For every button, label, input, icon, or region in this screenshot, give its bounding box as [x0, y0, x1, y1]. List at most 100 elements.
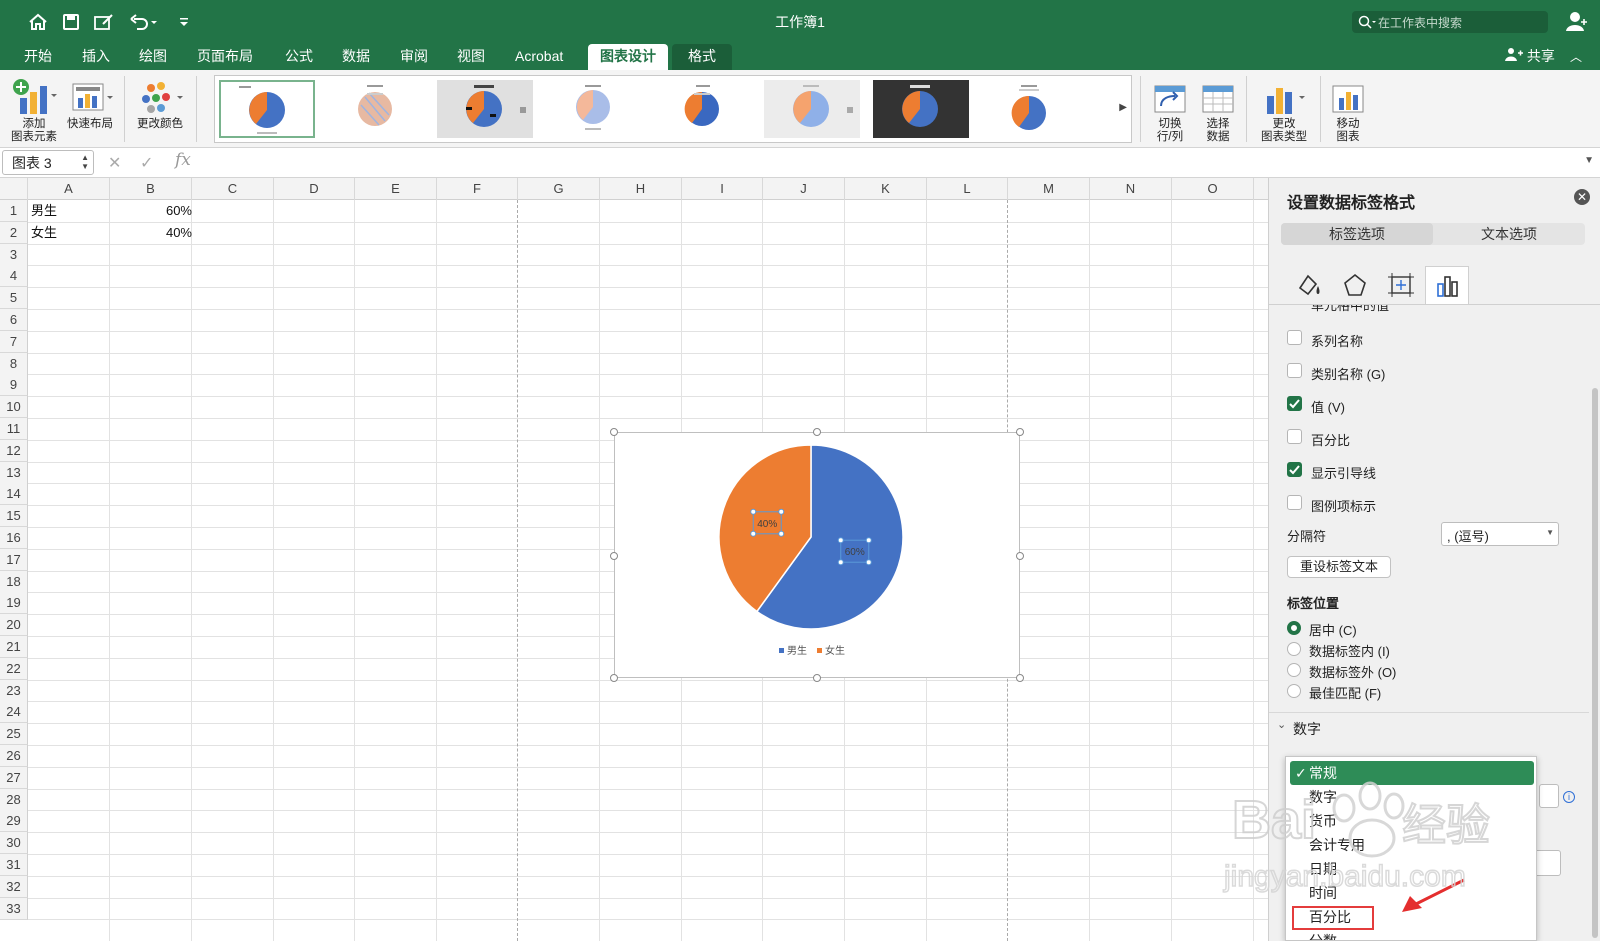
share-button[interactable]: 共享: [1505, 44, 1555, 70]
row-header-32[interactable]: 32: [0, 875, 28, 898]
checkbox-value[interactable]: [1287, 396, 1302, 411]
radio-best-fit[interactable]: [1287, 684, 1301, 698]
tab-home[interactable]: 开始: [12, 44, 64, 70]
tab-data[interactable]: 数据: [330, 44, 382, 70]
tab-review[interactable]: 审阅: [388, 44, 440, 70]
legend-entry-2[interactable]: 女生: [817, 644, 845, 657]
number-section-title[interactable]: 数字: [1293, 719, 1321, 739]
column-header-g[interactable]: G: [518, 178, 600, 200]
account-icon[interactable]: [1565, 10, 1587, 35]
row-header-15[interactable]: 15: [0, 505, 28, 528]
column-header-e[interactable]: E: [355, 178, 437, 200]
row-header-1[interactable]: 1: [0, 200, 28, 222]
radio-center[interactable]: [1287, 621, 1301, 635]
chart-style-2[interactable]: [328, 80, 424, 138]
row-header-8[interactable]: 8: [0, 352, 28, 375]
checkbox-percentage[interactable]: [1287, 429, 1302, 444]
info-icon[interactable]: i: [1563, 791, 1575, 803]
row-header-13[interactable]: 13: [0, 461, 28, 484]
column-header-d[interactable]: D: [274, 178, 355, 200]
checkbox-legend-key[interactable]: [1287, 495, 1302, 510]
change-colors-button[interactable]: 更改颜色: [132, 76, 188, 131]
row-header-29[interactable]: 29: [0, 810, 28, 833]
tab-view[interactable]: 视图: [445, 44, 497, 70]
resize-handle[interactable]: [1016, 552, 1024, 560]
checkbox-category-name[interactable]: [1287, 363, 1302, 378]
expand-formula-bar-icon[interactable]: ▼: [1584, 155, 1594, 166]
row-header-25[interactable]: 25: [0, 723, 28, 746]
row-header-23[interactable]: 23: [0, 679, 28, 702]
resize-handle[interactable]: [610, 428, 618, 436]
fill-line-icon[interactable]: [1287, 266, 1331, 304]
chart-style-gallery[interactable]: ▶: [214, 75, 1132, 143]
row-header-11[interactable]: 11: [0, 418, 28, 440]
row-header-7[interactable]: 7: [0, 330, 28, 353]
row-header-3[interactable]: 3: [0, 243, 28, 266]
size-properties-icon[interactable]: [1379, 266, 1423, 304]
chevron-down-icon[interactable]: ⌄: [1277, 718, 1286, 731]
resize-handle[interactable]: [813, 674, 821, 682]
gallery-next-icon[interactable]: ▶: [1119, 102, 1127, 113]
quick-layout-button[interactable]: 快速布局: [64, 76, 116, 131]
column-header-l[interactable]: L: [927, 178, 1008, 200]
format-select-stepper[interactable]: [1539, 784, 1559, 808]
chart-style-4[interactable]: [546, 80, 642, 138]
row-header-5[interactable]: 5: [0, 287, 28, 310]
row-header-4[interactable]: 4: [0, 265, 28, 288]
resize-handle[interactable]: [610, 552, 618, 560]
row-header-31[interactable]: 31: [0, 854, 28, 876]
label-options-icon[interactable]: [1425, 266, 1469, 304]
chart-style-7[interactable]: [873, 80, 969, 138]
pie-chart[interactable]: 60% 40% 男生 女生: [614, 432, 1020, 678]
row-header-2[interactable]: 2: [0, 221, 28, 244]
move-chart-button[interactable]: 移动 图表: [1326, 76, 1370, 144]
chart-style-5[interactable]: [655, 80, 751, 138]
row-header-12[interactable]: 12: [0, 439, 28, 462]
add-chart-element-button[interactable]: 添加 图表元素: [8, 76, 60, 144]
tab-format[interactable]: 格式: [672, 44, 732, 70]
column-header-n[interactable]: N: [1090, 178, 1172, 200]
row-header-16[interactable]: 16: [0, 527, 28, 549]
row-header-27[interactable]: 27: [0, 766, 28, 789]
resize-handle[interactable]: [1016, 428, 1024, 436]
legend-entry-1[interactable]: 男生: [779, 644, 807, 657]
column-header-a[interactable]: A: [28, 178, 110, 200]
radio-inside-end[interactable]: [1287, 642, 1301, 656]
row-header-6[interactable]: 6: [0, 309, 28, 331]
resize-handle[interactable]: [1016, 674, 1024, 682]
chart-style-8[interactable]: [982, 80, 1078, 138]
row-header-24[interactable]: 24: [0, 701, 28, 724]
row-header-28[interactable]: 28: [0, 788, 28, 811]
row-header-18[interactable]: 18: [0, 570, 28, 593]
column-header-j[interactable]: J: [763, 178, 845, 200]
row-header-19[interactable]: 19: [0, 592, 28, 615]
dropdown-item-fraction[interactable]: 分数: [1286, 929, 1536, 940]
column-header-h[interactable]: H: [600, 178, 682, 200]
close-icon[interactable]: ✕: [1574, 189, 1590, 205]
select-data-button[interactable]: 选择 数据: [1196, 76, 1240, 144]
column-header-m[interactable]: M: [1008, 178, 1090, 200]
tab-insert[interactable]: 插入: [70, 44, 122, 70]
separator-select[interactable]: , (逗号) ▼: [1441, 522, 1559, 546]
column-header-o[interactable]: O: [1172, 178, 1254, 200]
checkbox-series-name[interactable]: [1287, 330, 1302, 345]
tab-text-options[interactable]: 文本选项: [1433, 223, 1585, 245]
column-header-c[interactable]: C: [192, 178, 274, 200]
row-header-33[interactable]: 33: [0, 897, 28, 920]
tab-label-options[interactable]: 标签选项: [1281, 223, 1433, 245]
tab-draw[interactable]: 绘图: [127, 44, 179, 70]
row-header-17[interactable]: 17: [0, 548, 28, 571]
name-box-spinner-icon[interactable]: ▲ ▼: [81, 153, 89, 171]
checkbox-leader-lines[interactable]: [1287, 462, 1302, 477]
dropdown-item-number[interactable]: 数字: [1286, 785, 1536, 809]
confirm-icon[interactable]: ✓: [140, 153, 153, 173]
column-header-f[interactable]: F: [437, 178, 518, 200]
row-header-30[interactable]: 30: [0, 832, 28, 855]
dropdown-item-general[interactable]: ✓ 常规: [1290, 761, 1534, 785]
search-input[interactable]: 在工作表中搜索: [1352, 11, 1548, 33]
name-box[interactable]: 图表 3 ▲ ▼: [2, 150, 94, 175]
cell-b2[interactable]: 40%: [112, 222, 192, 244]
row-header-21[interactable]: 21: [0, 636, 28, 658]
effects-icon[interactable]: [1333, 266, 1377, 304]
tab-page-layout[interactable]: 页面布局: [185, 44, 265, 70]
